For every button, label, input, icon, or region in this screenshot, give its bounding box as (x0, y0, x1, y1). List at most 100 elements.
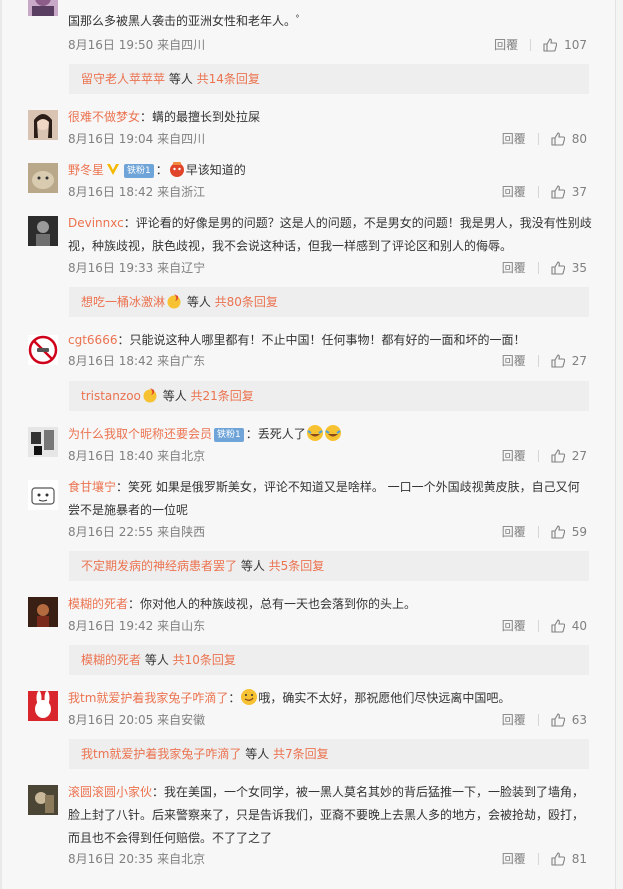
reply-button[interactable]: 回覆 (502, 131, 526, 147)
comment-actions: 回覆 37 (502, 184, 587, 200)
smirk-emoji-icon (241, 689, 258, 705)
sub-reply-text: 等人 (237, 559, 269, 573)
reply-button[interactable]: 回覆 (502, 184, 526, 200)
avatar[interactable] (28, 785, 58, 815)
comment-actions: 回覆 81 (502, 851, 587, 867)
comment-username[interactable]: 滚圆滚圆小家伙 (68, 785, 152, 799)
comment-meta: 8月16日 18:42 来自浙江 (68, 185, 206, 199)
comment-username[interactable]: 很难不做梦女 (68, 110, 140, 124)
sub-reply-count[interactable]: 共5条回复 (269, 559, 325, 573)
sub-replies-bar[interactable]: 我tm就爱护着我家兔子咋滴了 等人 共7条回复 (69, 739, 589, 769)
like-button[interactable]: 35 (551, 260, 587, 276)
like-count: 35 (571, 261, 587, 275)
flame-emoji-icon (143, 388, 157, 403)
sub-reply-user[interactable]: 模糊的死者 (81, 653, 141, 667)
avatar[interactable] (28, 335, 58, 365)
divider (530, 39, 532, 51)
like-count: 40 (571, 619, 587, 633)
reply-button[interactable]: 回覆 (502, 618, 526, 634)
sub-reply-user[interactable]: tristanzoo (81, 389, 141, 403)
comment-actions: 回覆 27 (502, 448, 587, 464)
like-count: 27 (571, 354, 587, 368)
reply-button[interactable]: 回覆 (502, 448, 526, 464)
like-button[interactable]: 107 (543, 37, 587, 53)
avatar[interactable] (28, 427, 58, 457)
thumbs-up-icon (543, 38, 558, 52)
divider (537, 262, 539, 274)
comment-text: 很难不做梦女：螨的最擅长到处拉屎 (68, 110, 261, 124)
comment-actions: 回覆 107 (494, 37, 587, 53)
divider (537, 620, 539, 632)
comment-actions: 回覆 80 (502, 131, 587, 147)
thumbs-up-icon (551, 132, 565, 146)
avatar[interactable] (28, 480, 58, 510)
comment-meta: 8月16日 19:42 来自山东 (68, 619, 206, 633)
comment-username[interactable]: 野冬星 (68, 163, 104, 177)
scrollbar-track[interactable] (615, 0, 623, 889)
comment-text: Devinnxc：评论看的好像是男的问题？这是人的问题，不是男女的问题！我是男人… (68, 216, 592, 253)
avatar[interactable] (28, 691, 58, 721)
like-button[interactable]: 80 (551, 131, 587, 147)
like-button[interactable]: 27 (551, 353, 587, 369)
comment-meta: 8月16日 19:50 来自四川 (68, 38, 206, 52)
red-face-emoji-icon (169, 162, 184, 177)
sub-reply-user[interactable]: 不定期发病的神经病患者罢了 (81, 559, 237, 573)
comment-meta: 8月16日 19:33 来自辽宁 (68, 261, 206, 275)
sub-reply-user[interactable]: 想吃一桶冰激淋 (81, 295, 165, 309)
comment-username[interactable]: 为什么我取个昵称还要会员 (68, 427, 212, 441)
like-button[interactable]: 59 (551, 524, 587, 540)
sub-reply-count[interactable]: 共7条回复 (273, 747, 329, 761)
comment-username[interactable]: Devinnxc (68, 216, 124, 230)
avatar[interactable] (28, 163, 58, 193)
reply-button[interactable]: 回覆 (502, 524, 526, 540)
comment-username[interactable]: 食甘壤宁 (68, 480, 116, 494)
like-count: 81 (571, 852, 587, 866)
like-button[interactable]: 37 (551, 184, 587, 200)
like-button[interactable]: 27 (551, 448, 587, 464)
sub-replies-bar[interactable]: 想吃一桶冰激淋 等人 共80条回复 (69, 287, 589, 317)
sub-reply-user[interactable]: 留守老人苹苹苹 (81, 72, 165, 86)
comment-text: 国那么多被黑人袭击的亚洲女性和老年人。ﾟ (68, 14, 303, 28)
reply-button[interactable]: 回覆 (494, 37, 518, 53)
sub-reply-count[interactable]: 共14条回复 (197, 72, 260, 86)
divider (537, 186, 539, 198)
reply-button[interactable]: 回覆 (502, 712, 526, 728)
reply-button[interactable]: 回覆 (502, 353, 526, 369)
like-button[interactable]: 81 (551, 851, 587, 867)
sub-replies-bar[interactable]: 不定期发病的神经病患者罢了 等人 共5条回复 (69, 551, 589, 581)
comment-username[interactable]: 我tm就爱护着我家兔子咋滴了 (68, 691, 228, 705)
avatar[interactable] (28, 110, 58, 140)
sub-reply-count[interactable]: 共80条回复 (215, 295, 278, 309)
avatar[interactable] (28, 0, 58, 16)
avatar[interactable] (28, 216, 58, 246)
laugh-cry-emoji-icon (306, 425, 323, 441)
flame-emoji-icon (167, 294, 181, 309)
comment-item: 国那么多被黑人袭击的亚洲女性和老年人。ﾟ 8月16日 19:50 来自四川 回覆… (28, 0, 593, 60)
divider (537, 133, 539, 145)
comment-username[interactable]: cgt6666 (68, 333, 117, 347)
sub-replies-bar[interactable]: tristanzoo 等人 共21条回复 (69, 381, 589, 411)
comment-actions: 回覆 63 (502, 712, 587, 728)
sub-reply-count[interactable]: 共10条回复 (173, 653, 236, 667)
comment-meta: 8月16日 19:04 来自四川 (68, 132, 206, 146)
sub-reply-text: 等人 (158, 389, 191, 403)
avatar[interactable] (28, 597, 58, 627)
reply-button[interactable]: 回覆 (502, 851, 526, 867)
sub-reply-user[interactable]: 我tm就爱护着我家兔子咋滴了 (81, 747, 241, 761)
comment-feed: 国那么多被黑人袭击的亚洲女性和老年人。ﾟ 8月16日 19:50 来自四川 回覆… (0, 0, 615, 889)
thumbs-up-icon (551, 449, 565, 463)
comment-actions: 回覆 40 (502, 618, 587, 634)
sub-replies-bar[interactable]: 模糊的死者 等人 共10条回复 (69, 645, 589, 675)
comment-username[interactable]: 模糊的死者 (68, 597, 128, 611)
divider (537, 355, 539, 367)
reply-button[interactable]: 回覆 (502, 260, 526, 276)
like-button[interactable]: 40 (551, 618, 587, 634)
comment-item: 滚圆滚圆小家伙：我在美国，一个女同学，被一黑人莫名其妙的背后猛推一下，一脸装到了… (28, 781, 593, 873)
sub-reply-count[interactable]: 共21条回复 (191, 389, 254, 403)
comment-meta: 8月16日 18:40 来自北京 (68, 449, 206, 463)
comment-text: 滚圆滚圆小家伙：我在美国，一个女同学，被一黑人莫名其妙的背后猛推一下，一脸装到了… (68, 785, 585, 845)
comment-item: 为什么我取个昵称还要会员 铁粉1 ：丢死人了 8月16日 18:40 来自北京 回覆… (28, 423, 593, 469)
like-button[interactable]: 63 (551, 712, 587, 728)
comment-meta: 8月16日 20:05 来自安徽 (68, 713, 206, 727)
sub-replies-bar[interactable]: 留守老人苹苹苹 等人 共14条回复 (69, 64, 589, 94)
